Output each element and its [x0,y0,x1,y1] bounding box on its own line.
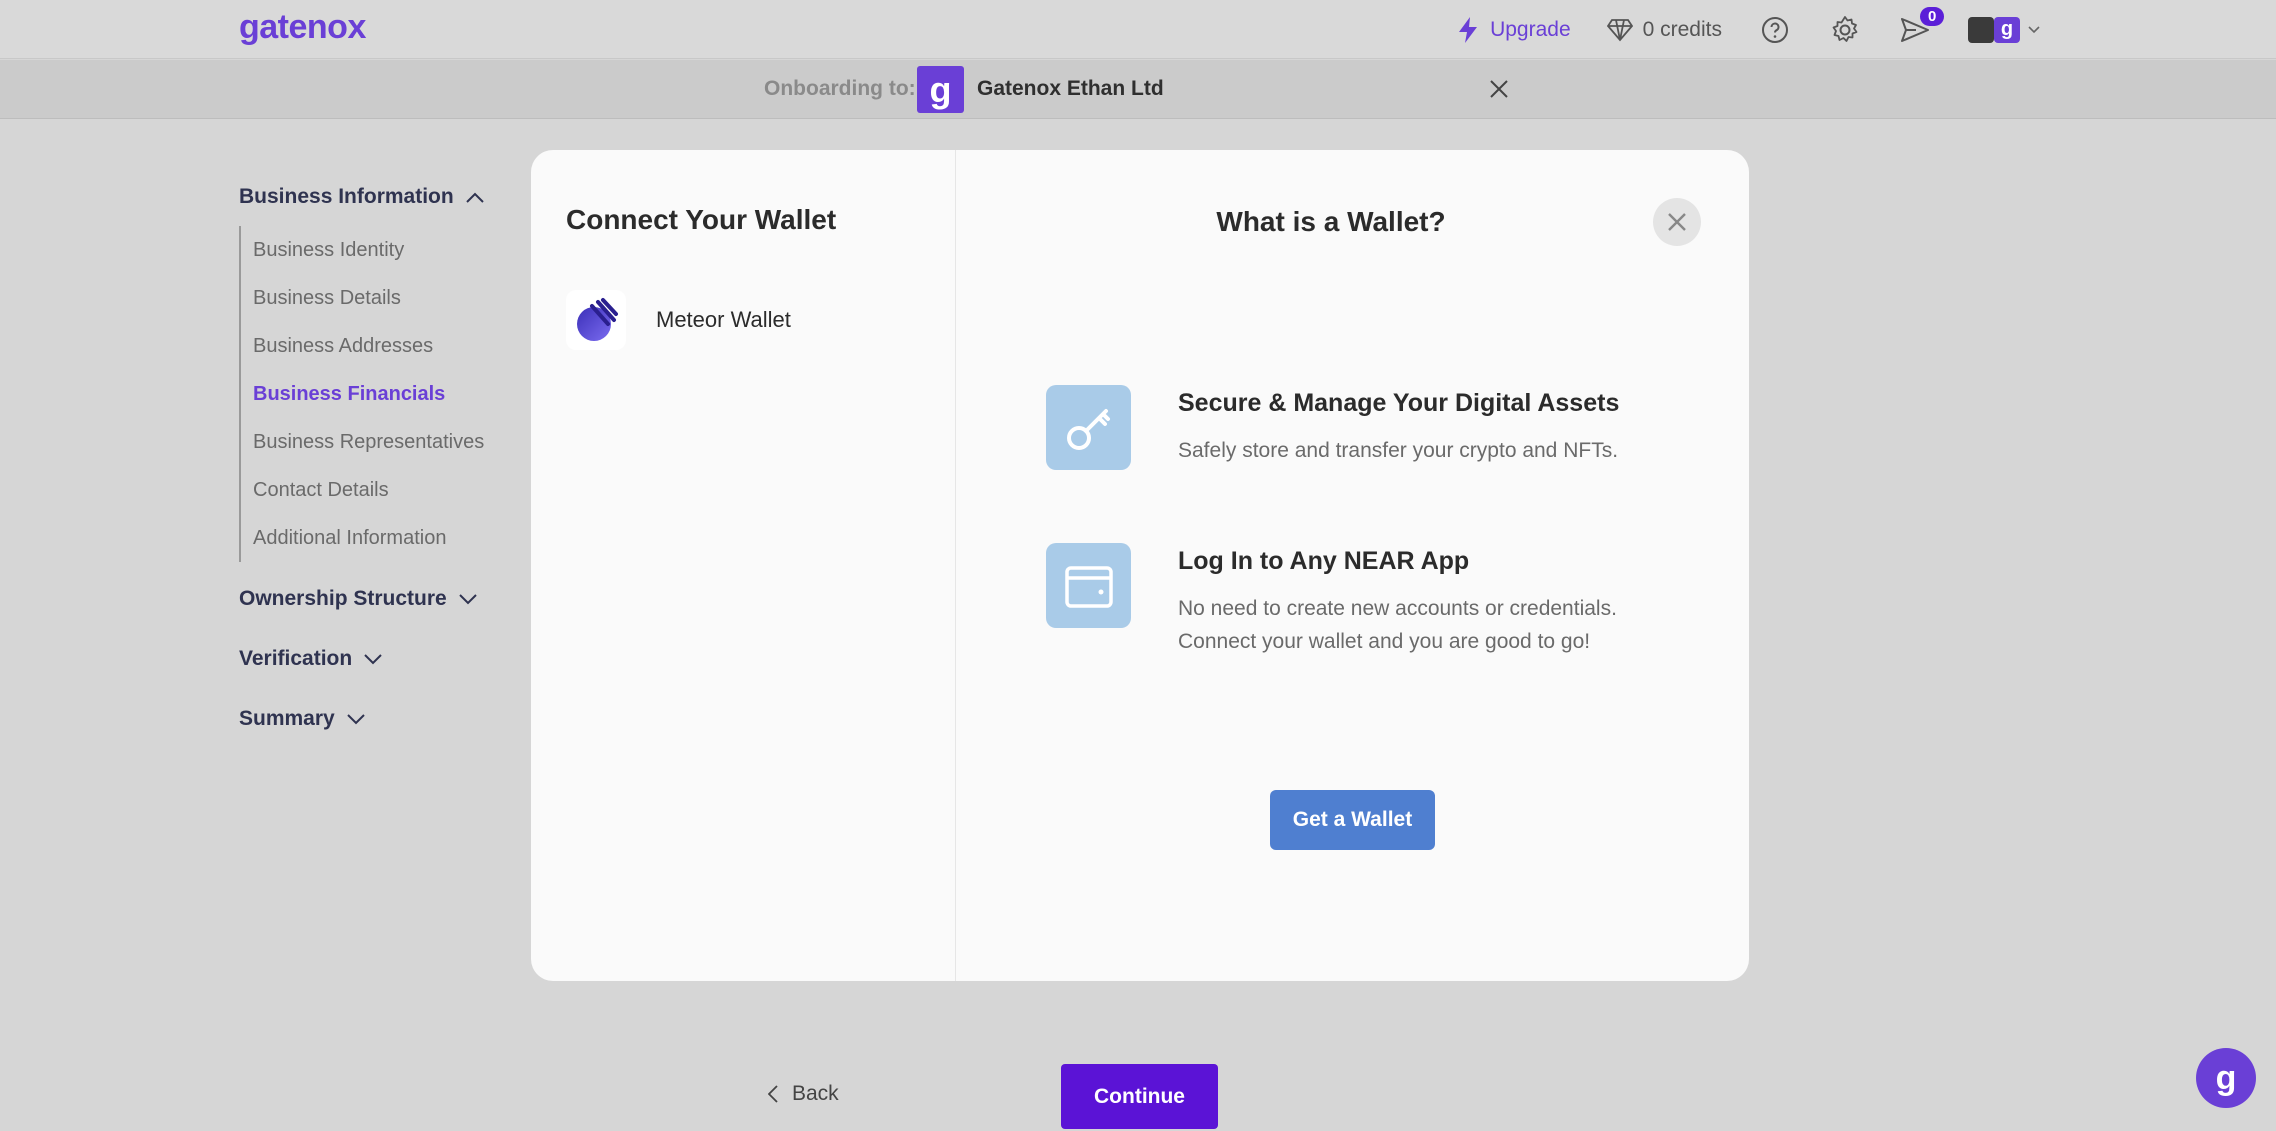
help-button[interactable] [1758,13,1792,47]
section-verification[interactable]: Verification [239,642,539,676]
wallet-list-panel: Connect Your Wallet Meteor Wallet [531,150,956,981]
feature-near-login: Log In to Any NEAR App No need to create… [1046,543,1658,658]
section-title: Business Information [239,185,454,208]
wallet-name: Meteor Wallet [656,307,791,332]
lightning-icon [1459,16,1478,43]
step-business-addresses[interactable]: Business Addresses [253,322,539,370]
notification-badge: 0 [1920,6,1945,26]
top-nav: Upgrade 0 credits 0 g [1456,0,2040,59]
step-additional-information[interactable]: Additional Information [253,514,539,562]
wallet-icon [1046,543,1131,628]
onboarding-bar: Onboarding to: g Gatenox Ethan Ltd [0,60,2276,119]
onboarding-label: Onboarding to: [764,77,916,100]
step-business-details[interactable]: Business Details [253,274,539,322]
upgrade-link[interactable]: Upgrade [1456,16,1571,44]
settings-button[interactable] [1828,13,1862,47]
connect-wallet-modal: Connect Your Wallet Meteor Wallet What i… [531,150,1749,981]
feature-description: No need to create new accounts or creden… [1178,597,1617,653]
modal-title: Connect Your Wallet [566,204,837,235]
chevron-down-icon [458,593,477,604]
meteor-wallet-icon [566,290,626,350]
section-title: Summary [239,707,335,730]
info-title: What is a Wallet? [1216,206,1446,237]
modal-close-button[interactable] [1653,198,1701,246]
section-business-information[interactable]: Business Information [239,180,539,214]
upgrade-label: Upgrade [1490,17,1571,41]
business-information-steps: Business Identity Business Details Busin… [239,226,539,562]
step-business-financials[interactable]: Business Financials [253,370,539,418]
chat-support-button[interactable]: g [2196,1048,2256,1108]
section-title: Ownership Structure [239,587,447,610]
step-business-identity[interactable]: Business Identity [253,226,539,274]
top-header: gatenox Upgrade 0 credits 0 g [0,0,2276,59]
help-icon [1762,16,1788,43]
chevron-down-icon [347,713,365,724]
gear-icon [1832,15,1858,42]
section-title: Verification [239,647,353,670]
onboarding-sidebar: Business Information Business Identity B… [239,180,539,736]
app-logo[interactable]: gatenox [239,8,366,47]
get-wallet-button[interactable]: Get a Wallet [1270,790,1435,850]
feature-text: Log In to Any NEAR App No need to create… [1178,543,1658,658]
close-icon[interactable] [1484,74,1514,104]
user-menu[interactable]: g [1968,16,2040,43]
chevron-down-icon [364,653,382,664]
feature-title: Log In to Any NEAR App [1178,547,1470,575]
diamond-icon [1606,18,1633,41]
wallet-info-panel: What is a Wallet? Secure & Manage Your D… [956,150,1749,981]
step-business-representatives[interactable]: Business Representatives [253,418,539,466]
feature-title: Secure & Manage Your Digital Assets [1178,389,1620,417]
section-summary[interactable]: Summary [239,702,539,736]
feature-secure-assets: Secure & Manage Your Digital Assets Safe… [1046,385,1658,470]
feature-description: Safely store and transfer your crypto an… [1178,439,1619,462]
chevron-left-icon [768,1085,778,1103]
key-icon [1046,385,1131,470]
company-logo: g [917,66,964,113]
wallet-option-meteor[interactable]: Meteor Wallet [566,284,926,356]
avatar [1968,16,1994,43]
chevron-up-icon [465,192,484,203]
close-icon [1668,213,1686,231]
notifications-button[interactable]: 0 [1898,6,1945,47]
credits-label: 0 credits [1642,17,1722,41]
org-avatar: g [1994,16,2020,43]
section-ownership-structure[interactable]: Ownership Structure [239,582,539,616]
step-contact-details[interactable]: Contact Details [253,466,539,514]
back-label: Back [792,1082,839,1105]
company-name: Gatenox Ethan Ltd [977,77,1164,100]
continue-button[interactable]: Continue [1061,1064,1218,1129]
credits-display[interactable]: 0 credits [1606,17,1722,42]
feature-text: Secure & Manage Your Digital Assets Safe… [1178,385,1658,470]
back-button[interactable]: Back [768,1082,839,1106]
chevron-down-icon [2028,25,2040,33]
chat-logo-icon: g [2215,1058,2237,1097]
